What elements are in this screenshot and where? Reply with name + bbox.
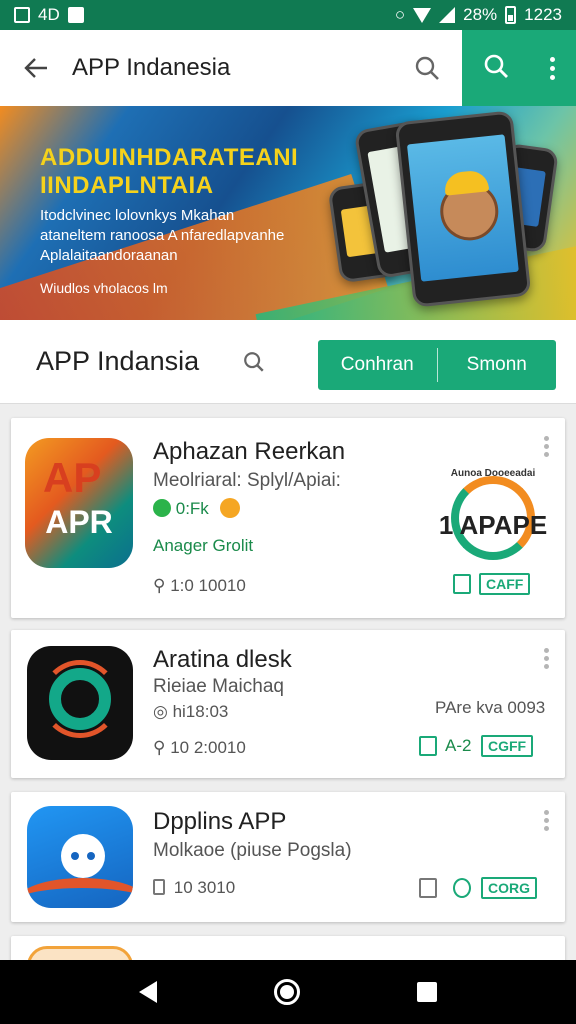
banner-sub-2: ataneltem ranoosa A nfaredlapvanhe xyxy=(40,227,285,244)
app-subtitle: Meolriaral: Splyl/Apiai: xyxy=(153,470,341,491)
more-vert-icon[interactable] xyxy=(550,56,556,80)
search-button[interactable] xyxy=(392,30,462,106)
app-tag[interactable]: CAFF xyxy=(479,573,531,595)
nav-home-icon[interactable] xyxy=(273,979,300,1005)
app-rating: ◎ hi18:03 xyxy=(153,702,229,721)
app-icon-text: APR xyxy=(45,504,113,540)
banner-headline-2: IINDAPLNTAIA xyxy=(40,172,214,199)
app-meta: ⚲ 10 2:0010 xyxy=(153,738,246,757)
install-icon[interactable] xyxy=(419,736,437,756)
wifi-icon xyxy=(413,7,432,23)
status-bar: 4D ○ 28% 1223 xyxy=(0,0,576,30)
search-icon xyxy=(484,54,508,78)
battery-percent: 28% xyxy=(463,5,498,24)
search-icon xyxy=(415,56,439,80)
search-icon xyxy=(244,351,264,372)
banner-note: Wiudlos vholacos lm xyxy=(40,280,168,296)
install-icon[interactable] xyxy=(453,878,471,898)
banner-text: ADDUINHDARATEANI IINDAPLNTAIA Itodclvine… xyxy=(40,144,340,296)
app-icon: AP APR xyxy=(25,438,133,568)
back-button[interactable] xyxy=(0,30,72,106)
app-bar: APP Indanesia xyxy=(0,30,576,106)
app-subtitle: Molkaoe (piuse Pogsla) xyxy=(153,840,352,861)
status-time: 1223 xyxy=(524,5,562,24)
app-title: Aphazan Reerkan xyxy=(153,438,346,465)
location-icon: ⚲ xyxy=(153,738,166,757)
app-icon xyxy=(27,806,133,908)
emoji-icon xyxy=(219,498,240,518)
download-icon xyxy=(153,879,165,895)
section-header: APP Indansia Conhran Smonn xyxy=(0,320,576,404)
status-left-text: 4D xyxy=(38,5,60,24)
download-notification-icon xyxy=(67,7,84,23)
app-subtitle: Rieiae Maichaq xyxy=(153,676,284,697)
app-seal-logo: Aunoa Dooeeadai 1 APAPE xyxy=(437,462,549,574)
more-vert-icon[interactable] xyxy=(544,648,549,669)
banner-sub-3: Aplalaitaandoraanan xyxy=(40,247,178,264)
app-title: Dpplins APP xyxy=(153,808,287,835)
app-icon-letters: AP xyxy=(43,454,102,501)
action-bar-green xyxy=(462,30,576,106)
phone-illustration xyxy=(394,110,532,308)
navigation-bar xyxy=(0,960,576,1024)
section-search-button[interactable] xyxy=(238,346,270,378)
sync-icon: ○ xyxy=(394,5,406,24)
segmented-control: Conhran Smonn xyxy=(318,340,556,390)
app-meta: ⚲ 1:0 10010 xyxy=(153,576,246,595)
app-developer: Anager Grolit xyxy=(153,536,254,555)
install-icon[interactable] xyxy=(453,574,471,594)
segment-right-button[interactable]: Smonn xyxy=(438,354,557,376)
app-card[interactable]: Aratina dlesk Rieiae Maichaq ◎ hi18:03 ⚲… xyxy=(11,630,565,778)
banner-sub-1: Itodclvinec lolovnkys Mkahan xyxy=(40,207,235,224)
app-tag[interactable]: CORG xyxy=(481,877,537,899)
seal-arc-text: Aunoa Dooeeadai xyxy=(450,468,536,479)
app-rating: 0:Fk xyxy=(153,498,240,519)
section-title: APP Indansia xyxy=(36,346,200,376)
seal-text: 1 APAPE xyxy=(438,510,548,540)
arrow-back-icon xyxy=(24,58,47,78)
app-card[interactable]: Dpplins APP Molkaoe (piuse Pogsla) 10 30… xyxy=(11,792,565,922)
promo-banner[interactable]: ADDUINHDARATEANI IINDAPLNTAIA Itodclvine… xyxy=(0,106,576,320)
location-icon: ⚲ xyxy=(153,576,166,595)
nav-recents-icon[interactable] xyxy=(417,982,438,1002)
more-vert-icon[interactable] xyxy=(544,810,549,831)
signal-icon xyxy=(439,7,456,23)
image-notification-icon xyxy=(14,7,30,23)
app-title: Aratina dlesk xyxy=(153,646,292,673)
nav-back-icon[interactable] xyxy=(138,981,157,1003)
clock-icon: ◎ xyxy=(153,702,168,721)
mascot-icon xyxy=(437,179,502,244)
more-vert-icon[interactable] xyxy=(544,436,549,457)
app-version: A-2 xyxy=(445,736,472,755)
page-title: APP Indanesia xyxy=(72,54,231,81)
battery-icon xyxy=(505,6,517,24)
app-icon xyxy=(27,646,133,760)
bookmark-icon[interactable] xyxy=(419,878,437,898)
app-tag[interactable]: CGFF xyxy=(481,735,534,757)
banner-headline-1: ADDUINHDARATEANI xyxy=(40,144,299,171)
app-meta: 10 3010 xyxy=(153,878,235,898)
chat-icon xyxy=(153,499,171,517)
app-card[interactable]: AP APR Aphazan Reerkan Meolriaral: Splyl… xyxy=(11,418,565,618)
app-right-text: PAre kva 0093 xyxy=(435,698,546,717)
search-action-button[interactable] xyxy=(483,53,509,84)
segment-left-button[interactable]: Conhran xyxy=(318,354,437,376)
